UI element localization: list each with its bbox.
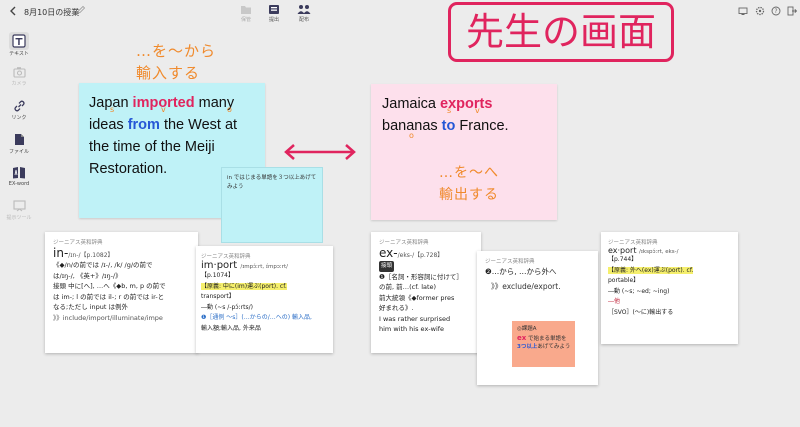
- handwritten-note-left: …を～から 輸入する: [136, 42, 217, 82]
- toolbar-distribute-button[interactable]: 配布: [289, 4, 319, 23]
- sidebar-item-link[interactable]: リンク: [4, 100, 34, 121]
- present-tool-icon: [12, 200, 26, 212]
- highlight-from: from: [127, 117, 160, 133]
- mark-v-right: v: [475, 106, 481, 115]
- dictionary-icon: [13, 167, 25, 179]
- sentence-card-right[interactable]: Jamaica exports bananas to France. s v o…: [371, 84, 557, 220]
- double-arrow-icon: [284, 144, 356, 160]
- folder-icon: [241, 6, 251, 14]
- back-arrow-icon[interactable]: [8, 6, 18, 16]
- sticky-note-task-a[interactable]: ◎課題A ex で始まる単語を 3つ以上あげてみよう: [512, 321, 575, 367]
- sidebar-item-exword[interactable]: EX-word: [4, 166, 34, 187]
- camera-icon: [12, 67, 26, 78]
- page-title: 8月10日の授業: [24, 8, 80, 17]
- exit-icon[interactable]: [787, 6, 797, 16]
- sidebar-item-file[interactable]: ファイル: [4, 133, 34, 155]
- mark-v-left: v: [161, 105, 167, 114]
- mark-o-left: o: [227, 105, 233, 114]
- toolbar-save-button: 保管: [231, 4, 261, 23]
- mark-s-left: s: [110, 105, 116, 114]
- toolbar-submit-button[interactable]: 提出: [259, 4, 289, 23]
- sidebar-item-present-tool: 提示ツール: [4, 200, 34, 221]
- dictionary-card-import[interactable]: ジーニアス英和辞典 im·port /ɪmpɔ́ːrt, ɪ́mpɔːrt/ 【…: [196, 246, 333, 353]
- teacher-screen-banner: 先生の画面: [448, 2, 674, 62]
- link-icon: [13, 100, 25, 112]
- handwritten-note-right: …を～へ 輸出する: [439, 165, 499, 203]
- screen-icon[interactable]: [738, 6, 748, 16]
- svg-text:?: ?: [774, 8, 777, 15]
- dictionary-card-export[interactable]: ジーニアス英和辞典 ex·port /ɪkspɔ́ːrt, eks-/ 【p.7…: [601, 232, 738, 344]
- mark-s-right: s: [447, 106, 453, 115]
- pencil-icon[interactable]: [76, 5, 86, 15]
- settings-icon[interactable]: [755, 6, 765, 16]
- top-bar: 8月10日の授業 保管 提出 配布 ?: [0, 0, 800, 26]
- sidebar-item-text[interactable]: テキスト: [4, 32, 34, 57]
- help-icon[interactable]: ?: [771, 6, 781, 16]
- text-card-icon: [12, 34, 26, 48]
- dictionary-card-ex[interactable]: ジーニアス英和辞典 ex-/eks-/【p.728】 接頭 ❶［名詞・形容詞に付…: [371, 232, 481, 353]
- distribute-people-icon: [297, 5, 311, 14]
- file-icon: [14, 134, 24, 145]
- mark-o-right: o: [409, 131, 415, 140]
- sticky-note-in-words[interactable]: in ではじまる単語を３つ以上あげてみよう: [221, 167, 323, 243]
- highlight-to: to: [441, 118, 456, 134]
- dictionary-card-in[interactable]: ジーニアス英和辞典 in-/ɪn-/【p.1082】 《◆/n/の前では /ɪ-…: [45, 232, 198, 353]
- submit-tray-icon: [269, 5, 279, 14]
- sidebar-item-camera: カメラ: [4, 66, 34, 87]
